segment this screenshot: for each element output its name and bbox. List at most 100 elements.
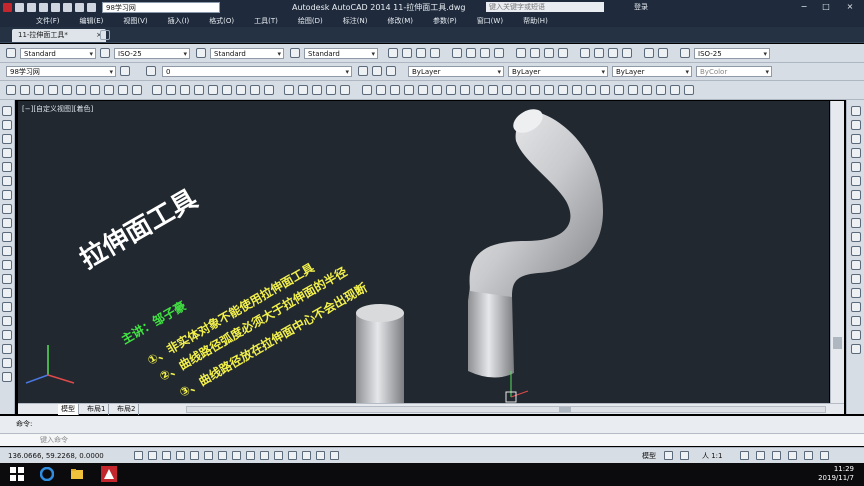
solid-icon-20[interactable] [628, 85, 638, 95]
circle-icon[interactable] [2, 190, 12, 200]
linetype-select[interactable]: ByLayer [508, 66, 608, 77]
menu-view[interactable]: 视图(V) [123, 16, 147, 26]
table-style-select[interactable]: Standard [210, 48, 284, 59]
extend-icon[interactable] [851, 246, 861, 256]
color-select[interactable]: ByLayer [408, 66, 504, 77]
dim-update-icon[interactable] [658, 48, 668, 58]
revcloud-icon[interactable] [2, 204, 12, 214]
osnap-icon[interactable] [204, 451, 213, 460]
polyline-icon[interactable] [2, 134, 12, 144]
region-icon[interactable] [2, 330, 12, 340]
solid-icon-14[interactable] [544, 85, 554, 95]
solid-icon-21[interactable] [642, 85, 652, 95]
aligned-dim-icon[interactable] [402, 48, 412, 58]
login-button[interactable]: 登录 [634, 2, 648, 12]
menu-format[interactable]: 格式(O) [209, 16, 234, 26]
text-style-select[interactable]: Standard [20, 48, 96, 59]
gradient-icon[interactable] [2, 316, 12, 326]
blend-icon[interactable] [851, 330, 861, 340]
maximize-button[interactable]: □ [816, 1, 836, 13]
otrack-icon[interactable] [232, 451, 241, 460]
make-block-icon[interactable] [2, 274, 12, 284]
extrude-faces-icon[interactable] [516, 85, 526, 95]
hardware-accel-icon[interactable] [788, 451, 797, 460]
dim-style-select[interactable]: ISO-25 [114, 48, 190, 59]
walk-icon[interactable] [298, 85, 308, 95]
construction-line-icon[interactable] [2, 120, 12, 130]
edge-browser-icon[interactable] [40, 467, 54, 481]
break-icon[interactable] [851, 274, 861, 284]
erase-icon[interactable] [851, 106, 861, 116]
workspace-switch-icon[interactable] [756, 451, 765, 460]
spline-icon[interactable] [2, 218, 12, 228]
tool-icon-7[interactable] [90, 85, 100, 95]
break-point-icon[interactable] [851, 260, 861, 270]
center-mark-icon[interactable] [594, 48, 604, 58]
quick-dim-icon[interactable] [516, 48, 526, 58]
open-icon[interactable] [27, 2, 36, 12]
solid-icon-8[interactable] [460, 85, 470, 95]
tab-model[interactable]: 模型 [58, 404, 79, 415]
fillet-icon[interactable] [851, 316, 861, 326]
plotstyle-select[interactable]: ByColor [696, 66, 772, 77]
scale-icon[interactable] [851, 204, 861, 214]
annotation-scale[interactable]: 人 1:1 [702, 448, 723, 464]
tool-icon-2[interactable] [20, 85, 30, 95]
view-icon-8[interactable] [250, 85, 260, 95]
workspace-settings-icon[interactable] [120, 66, 130, 76]
viewport-controls-label[interactable]: [−][自定义视图][着色] [22, 104, 93, 114]
polygon-icon[interactable] [2, 148, 12, 158]
hatch-icon[interactable] [2, 302, 12, 312]
solid-icon-16[interactable] [572, 85, 582, 95]
annotation-visibility-icon[interactable] [740, 451, 749, 460]
solid-icon-15[interactable] [558, 85, 568, 95]
isolate-icon[interactable] [804, 451, 813, 460]
am-icon[interactable] [330, 451, 339, 460]
grid-icon[interactable] [162, 451, 171, 460]
render-icon[interactable] [340, 85, 350, 95]
diameter-icon[interactable] [480, 48, 490, 58]
quick-view-layouts-icon[interactable] [664, 451, 673, 460]
drawing-viewport[interactable] [18, 101, 829, 403]
plot-icon[interactable] [63, 2, 72, 12]
trim-icon[interactable] [851, 232, 861, 242]
solid-icon-4[interactable] [404, 85, 414, 95]
tab-layout1[interactable]: 布局1 [84, 404, 110, 415]
horizontal-scroll-thumb[interactable] [559, 407, 571, 412]
visual-style-icon[interactable] [326, 85, 336, 95]
dim-style-manager-icon[interactable] [680, 48, 690, 58]
multileader-style-select[interactable]: Standard [304, 48, 378, 59]
solid-icon-1[interactable] [362, 85, 372, 95]
join-icon[interactable] [851, 288, 861, 298]
chamfer-icon[interactable] [851, 302, 861, 312]
solid-icon-2[interactable] [376, 85, 386, 95]
move-icon[interactable] [851, 176, 861, 186]
menu-window[interactable]: 窗口(W) [477, 16, 503, 26]
array-icon[interactable] [851, 162, 861, 172]
solid-icon-13[interactable] [530, 85, 540, 95]
autocad-taskbar-icon[interactable] [101, 466, 117, 482]
view-icon-4[interactable] [194, 85, 204, 95]
solid-icon-7[interactable] [446, 85, 456, 95]
new-icon[interactable] [15, 2, 24, 12]
document-tab[interactable]: 11-拉伸面工具* × [12, 29, 106, 42]
jogged-icon[interactable] [466, 48, 476, 58]
view-icon-3[interactable] [180, 85, 190, 95]
workspace-select-2[interactable]: 98学习网 [6, 66, 116, 77]
table-icon[interactable] [2, 344, 12, 354]
workspace-select[interactable]: 98学习网 [102, 1, 220, 13]
camera-icon[interactable] [312, 85, 322, 95]
tpy-icon[interactable] [288, 451, 297, 460]
tool-icon-8[interactable] [104, 85, 114, 95]
continue-icon[interactable] [544, 48, 554, 58]
dyn-icon[interactable] [260, 451, 269, 460]
tool-icon-4[interactable] [48, 85, 58, 95]
system-clock[interactable]: 11:29 2019/11/7 [818, 465, 854, 483]
arc-icon[interactable] [2, 176, 12, 186]
vertical-scroll-thumb[interactable] [833, 337, 842, 349]
solid-icon-6[interactable] [432, 85, 442, 95]
dim-space-icon[interactable] [558, 48, 568, 58]
view-icon-1[interactable] [152, 85, 162, 95]
tool-icon-10[interactable] [132, 85, 142, 95]
app-menu-icon[interactable] [3, 2, 12, 12]
